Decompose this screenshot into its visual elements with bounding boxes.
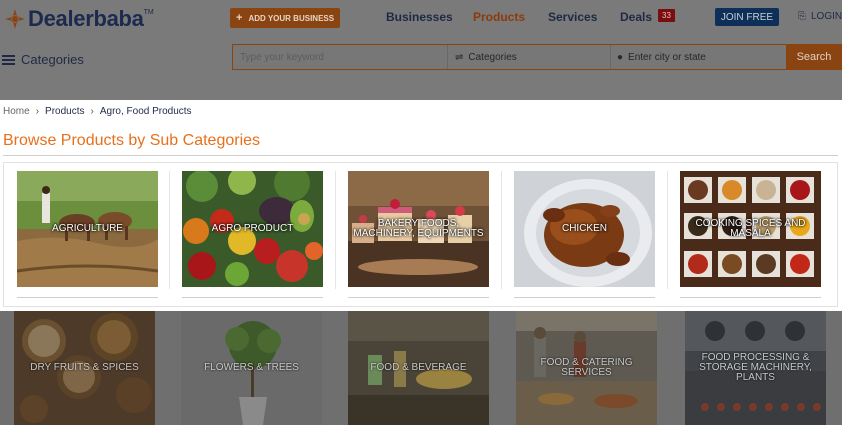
chevron-right-icon: › [35,106,40,117]
categories-menu-button[interactable]: Categories [2,52,84,67]
nav-services[interactable]: Services [548,10,597,24]
bg-card-dry-fruits: DRY FRUITS & SPICES [14,311,155,425]
location-placeholder: Enter city or state [628,51,706,63]
card-underline [514,297,655,298]
search-button[interactable]: Search [786,44,842,70]
search-bar: Type your keyword ⇌ Categories ● Enter c… [232,44,842,70]
bg-card-food-beverage: FOOD & BEVERAGE [348,311,489,425]
subcategory-label: AGRICULTURE [52,223,123,234]
location-pin-icon: ● [617,51,624,63]
location-input[interactable]: ● Enter city or state [611,45,786,69]
subcategory-card-bakery[interactable]: BAKERY FOODS, MACHINERY, EQUIPMENTS [348,171,489,299]
login-icon: ⎘ [798,11,806,22]
subcategory-card-chicken[interactable]: CHICKEN [514,171,655,299]
card-divider [667,171,668,289]
bg-card-label: FOOD & CATERING SERVICES [540,357,633,378]
category-select-label: Categories [468,51,517,63]
subcategory-card-agriculture[interactable]: AGRICULTURE [17,171,158,299]
keyword-input[interactable]: Type your keyword [233,45,448,69]
title-divider [3,155,838,156]
bg-card-label: FLOWERS & TREES [204,362,299,373]
category-select[interactable]: ⇌ Categories [448,45,611,69]
card-underline [17,297,158,298]
subcategory-label: CHICKEN [561,223,607,234]
hamburger-icon [2,54,15,65]
breadcrumb-products[interactable]: Products [45,106,84,117]
card-underline [182,297,323,298]
card-underline [348,297,489,298]
breadcrumb-agro-food[interactable]: Agro, Food Products [100,106,192,117]
subcategory-panel: Home › Products › Agro, Food Products Br… [0,100,842,311]
card-underline [680,297,821,298]
bg-card-flowers: FLOWERS & TREES [181,311,322,425]
bg-card-label: FOOD PROCESSING & STORAGE MACHINERY, PLA… [699,352,812,383]
join-free-button[interactable]: JOIN FREE [715,8,779,26]
breadcrumb-home[interactable]: Home [3,106,30,117]
subcategory-label: BAKERY FOODS, MACHINERY, EQUIPMENTS [353,218,484,239]
nav-products[interactable]: Products [473,10,525,24]
site-header: Dealerbaba TM + ADD YOUR BUSINESS Busine… [0,0,842,100]
deals-count-badge: 33 [658,9,675,22]
add-business-label: ADD YOUR BUSINESS [248,13,335,23]
bg-card-label: FOOD & BEVERAGE [370,362,467,373]
login-label: LOGIN [811,11,842,22]
logo-icon [5,9,25,29]
logo-tm: TM [143,8,154,16]
chevron-right-icon: › [90,106,94,117]
category-icon: ⇌ [455,51,464,63]
card-divider [501,171,502,289]
logo-text: Dealerbaba [28,6,144,31]
nav-businesses[interactable]: Businesses [386,10,453,24]
subcategory-label: AGRO PRODUCT [211,223,294,234]
logo[interactable]: Dealerbaba TM [4,6,154,32]
breadcrumb: Home › Products › Agro, Food Products [3,106,192,117]
bg-card-food-processing: FOOD PROCESSING & STORAGE MACHINERY, PLA… [685,311,826,425]
subcategory-card-agro-product[interactable]: AGRO PRODUCT [182,171,323,299]
subcategory-card-spices[interactable]: COOKING SPICES AND MASALA [680,171,821,299]
bg-card-catering: FOOD & CATERING SERVICES [516,311,657,425]
bg-card-label: DRY FRUITS & SPICES [30,362,139,373]
panel-title: Browse Products by Sub Categories [3,132,261,149]
subcategory-label: COOKING SPICES AND MASALA [695,218,806,239]
nav-deals[interactable]: Deals [620,10,652,24]
card-divider [335,171,336,289]
plus-icon: + [236,12,243,24]
categories-menu-label: Categories [21,52,84,67]
subcategory-grid: AGRICULTURE AGRO PRODUCT BAKERY FOODS, M… [3,162,838,307]
add-business-button[interactable]: + ADD YOUR BUSINESS [230,8,341,28]
card-divider [169,171,170,289]
login-link[interactable]: ⎘ LOGIN [798,11,842,22]
